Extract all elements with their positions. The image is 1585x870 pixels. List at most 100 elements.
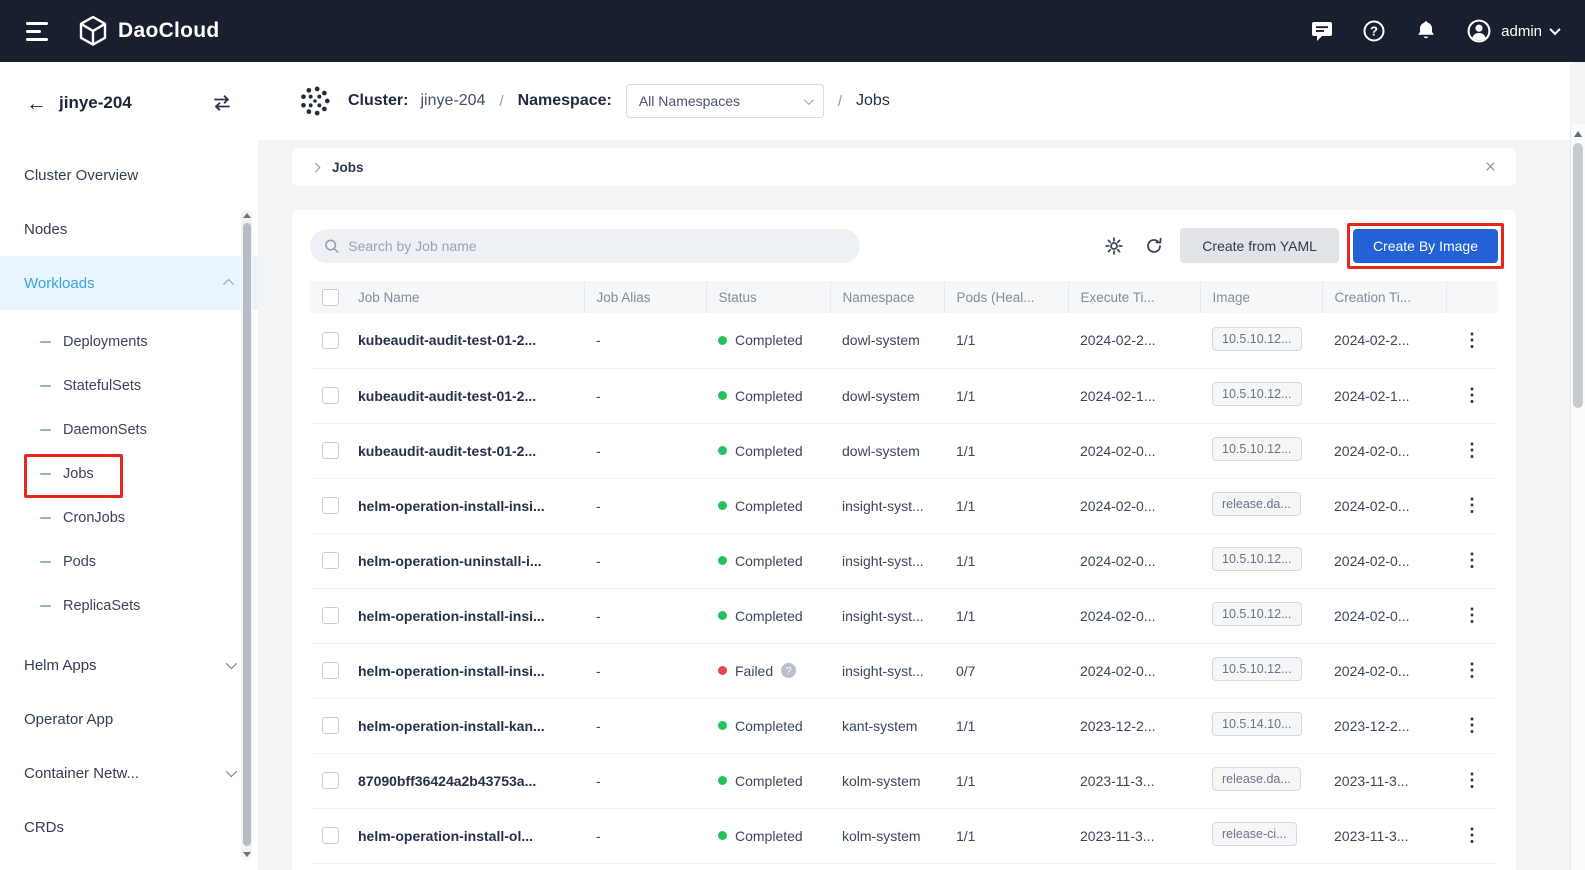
kebab-menu-icon[interactable]: ⋮ <box>1463 660 1481 680</box>
close-icon[interactable]: × <box>1485 158 1496 177</box>
job-name-link[interactable]: kubeaudit-audit-test-01-2... <box>358 388 536 404</box>
sidebar-item-container-netw[interactable]: Container Netw... <box>0 746 258 800</box>
job-name-cell: helm-operation-uninstall-i... <box>346 533 584 588</box>
toolbar-right: Create from YAML Create By Image <box>1084 228 1498 263</box>
creation-time-cell: 2024-02-2... <box>1322 313 1446 368</box>
bell-icon[interactable] <box>1414 19 1438 43</box>
column-header: Namespace <box>830 281 944 313</box>
actions-cell: ⋮ <box>1446 808 1498 863</box>
namespace-select[interactable]: All Namespaces <box>626 84 824 118</box>
pods-cell: 1/1 <box>944 588 1068 643</box>
kebab-menu-icon[interactable]: ⋮ <box>1463 440 1481 460</box>
help-circle-icon[interactable]: ? <box>1362 19 1386 43</box>
kebab-menu-icon[interactable]: ⋮ <box>1463 770 1481 790</box>
row-checkbox[interactable] <box>322 772 339 789</box>
kebab-menu-icon[interactable]: ⋮ <box>1463 605 1481 625</box>
job-name-link[interactable]: helm-operation-install-insi... <box>358 608 545 624</box>
status-dot-icon <box>718 336 727 345</box>
row-checkbox[interactable] <box>322 662 339 679</box>
sidebar-item-label: ReplicaSets <box>63 598 140 614</box>
scroll-up-arrow[interactable] <box>1574 131 1582 137</box>
row-checkbox[interactable] <box>322 552 339 569</box>
svg-text:?: ? <box>1370 24 1378 39</box>
scrollbar-thumb[interactable] <box>1573 143 1583 408</box>
switch-cluster-icon[interactable] <box>212 94 232 112</box>
create-by-image-button[interactable]: Create By Image <box>1353 229 1498 263</box>
job-name-cell: 87090bff36424a2b43753a... <box>346 753 584 808</box>
job-name-link[interactable]: helm-operation-install-kan... <box>358 718 545 734</box>
kebab-menu-icon[interactable]: ⋮ <box>1463 550 1481 570</box>
sidebar-item-statefulsets[interactable]: StatefulSets <box>0 364 258 408</box>
create-from-yaml-button[interactable]: Create from YAML <box>1180 228 1339 263</box>
kebab-menu-icon[interactable]: ⋮ <box>1463 385 1481 405</box>
status-text: Completed <box>735 553 803 569</box>
dash-icon <box>40 341 51 343</box>
pods-cell: 0/7 <box>944 643 1068 698</box>
sidebar-item-operator-app[interactable]: Operator App <box>0 692 258 746</box>
help-icon[interactable]: ? <box>781 663 796 678</box>
sidebar-item-cronjobs[interactable]: CronJobs <box>0 496 258 540</box>
pods-cell: 1/1 <box>944 808 1068 863</box>
job-alias-cell: - <box>584 478 706 533</box>
job-name-link[interactable]: helm-operation-install-ol... <box>358 828 533 844</box>
refresh-icon[interactable] <box>1144 236 1164 256</box>
actions-cell: ⋮ <box>1446 368 1498 423</box>
job-name-link[interactable]: helm-operation-install-insi... <box>358 498 545 514</box>
sidebar-item-daemonsets[interactable]: DaemonSets <box>0 408 258 452</box>
user-menu[interactable]: admin <box>1466 18 1559 44</box>
sidebar-item-jobs[interactable]: Jobs <box>0 452 258 496</box>
kebab-menu-icon[interactable]: ⋮ <box>1463 715 1481 735</box>
row-checkbox[interactable] <box>322 497 339 514</box>
job-name-link[interactable]: kubeaudit-audit-test-01-2... <box>358 443 536 459</box>
page-scrollbar[interactable] <box>1570 124 1585 870</box>
row-checkbox[interactable] <box>322 827 339 844</box>
status-dot-icon <box>718 501 727 510</box>
column-header: Image <box>1200 281 1322 313</box>
namespace-cell: dowl-system <box>830 423 944 478</box>
row-checkbox[interactable] <box>322 442 339 459</box>
creation-time-cell: 2023-11-3... <box>1322 808 1446 863</box>
kebab-menu-icon[interactable]: ⋮ <box>1463 330 1481 350</box>
sidebar-item-pods[interactable]: Pods <box>0 540 258 584</box>
sidebar-item-workloads[interactable]: Workloads <box>0 256 258 310</box>
gear-icon[interactable] <box>1104 236 1124 256</box>
sidebar-item-cluster-overview[interactable]: Cluster Overview <box>0 148 258 202</box>
status-text: Completed <box>735 388 803 404</box>
row-checkbox[interactable] <box>322 387 339 404</box>
job-name-link[interactable]: helm-operation-install-insi... <box>358 663 545 679</box>
chevron-icon <box>223 279 234 290</box>
image-tag: release.da... <box>1212 767 1301 791</box>
sidebar-cluster-name: jinye-204 <box>59 93 132 113</box>
sidebar-item-deployments[interactable]: Deployments <box>0 320 258 364</box>
scrollbar-thumb[interactable] <box>243 223 251 846</box>
job-name-link[interactable]: 87090bff36424a2b43753a... <box>358 773 536 789</box>
status-text: Completed <box>735 498 803 514</box>
actions-cell: ⋮ <box>1446 698 1498 753</box>
scroll-down-arrow[interactable] <box>243 852 251 857</box>
scroll-up-arrow[interactable] <box>243 213 251 218</box>
sidebar-item-replicasets[interactable]: ReplicaSets <box>0 584 258 628</box>
row-checkbox[interactable] <box>322 717 339 734</box>
row-checkbox[interactable] <box>322 332 339 349</box>
jobs-collapse-bar[interactable]: Jobs × <box>292 148 1516 186</box>
back-arrow-icon[interactable]: ← <box>26 93 47 114</box>
sidebar-item-crds[interactable]: CRDs <box>0 800 258 854</box>
sidebar-scrollbar[interactable] <box>241 210 252 860</box>
sidebar-item-helm-apps[interactable]: Helm Apps <box>0 638 258 692</box>
sidebar-nav: Cluster Overview Nodes Workloads Deploym… <box>0 148 258 854</box>
kebab-menu-icon[interactable]: ⋮ <box>1463 825 1481 845</box>
search-input[interactable] <box>348 238 846 254</box>
job-name-link[interactable]: helm-operation-uninstall-i... <box>358 553 542 569</box>
kebab-menu-icon[interactable]: ⋮ <box>1463 495 1481 515</box>
job-name-link[interactable]: kubeaudit-audit-test-01-2... <box>358 332 536 348</box>
namespace-cell: kant-system <box>830 698 944 753</box>
sidebar-item-nodes[interactable]: Nodes <box>0 202 258 256</box>
status-cell: Completed <box>706 808 830 863</box>
chat-icon[interactable] <box>1310 19 1334 43</box>
sidebar-header: ← jinye-204 <box>0 62 258 130</box>
hamburger-menu-icon[interactable] <box>26 22 48 41</box>
table-row: helm-operation-install-kan... - Complete… <box>310 698 1498 753</box>
select-all-checkbox[interactable] <box>322 289 339 306</box>
row-checkbox[interactable] <box>322 607 339 624</box>
daocloud-logo[interactable]: DaoCloud <box>78 15 220 47</box>
